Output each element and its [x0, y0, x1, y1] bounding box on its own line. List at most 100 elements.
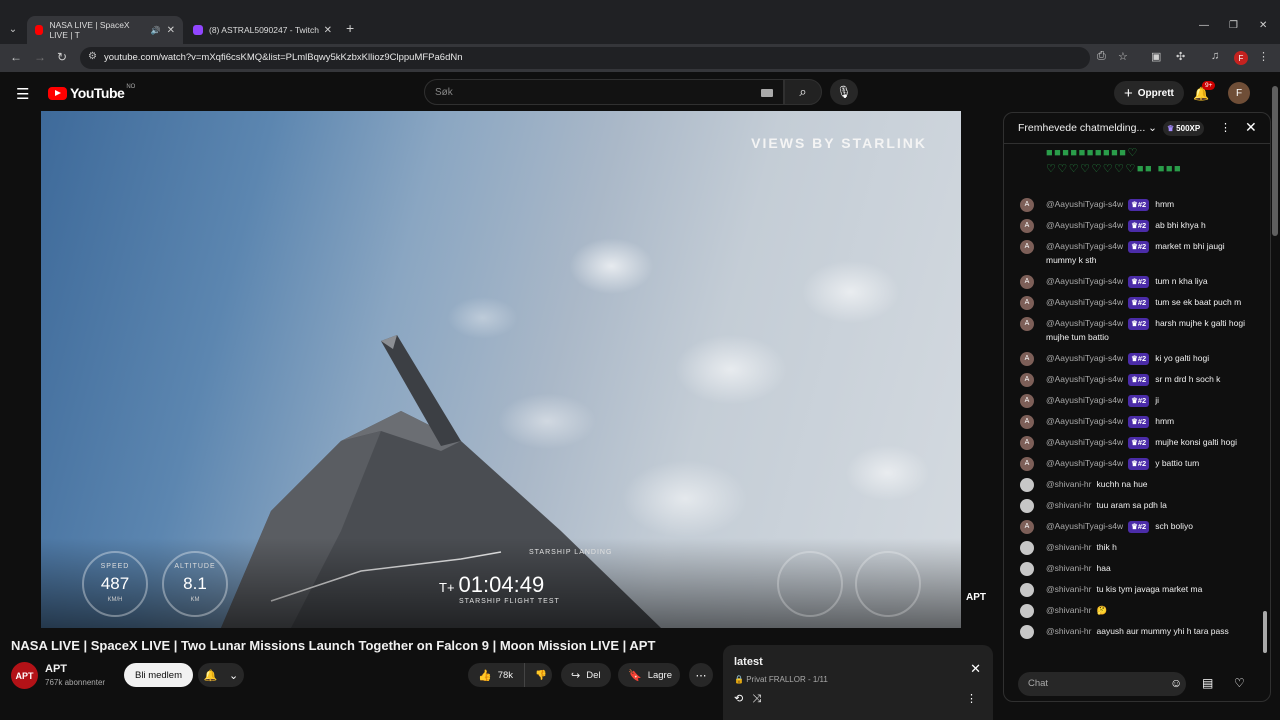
- playlist-menu-icon[interactable]: ⋮: [966, 692, 977, 705]
- heart-icon[interactable]: ♡: [1234, 676, 1245, 690]
- reload-icon[interactable]: ↻: [57, 50, 67, 64]
- voice-search-button[interactable]: 🎙: [830, 79, 858, 105]
- tab-twitch[interactable]: (8) ASTRAL5090247 - Twitch ✕: [185, 16, 340, 44]
- chat-author-avatar[interactable]: A: [1020, 415, 1034, 429]
- keyboard-icon[interactable]: [761, 89, 773, 97]
- chat-author-name[interactable]: @AayushiTyagi-s4w: [1046, 199, 1123, 209]
- bookmark-star-icon[interactable]: ☆: [1118, 50, 1128, 63]
- chat-author-avatar[interactable]: A: [1020, 240, 1034, 254]
- chat-author-name[interactable]: @AayushiTyagi-s4w: [1046, 374, 1123, 384]
- chat-author-avatar[interactable]: A: [1020, 373, 1034, 387]
- chat-author-avatar[interactable]: A: [1020, 457, 1034, 471]
- chat-author-avatar[interactable]: A: [1020, 317, 1034, 331]
- chat-author-name[interactable]: @AayushiTyagi-s4w: [1046, 297, 1123, 307]
- chat-message[interactable]: @shivani-hr kuchh na hue: [1004, 477, 1264, 492]
- chat-message[interactable]: A @AayushiTyagi-s4w ♛#2 ki yo galti hogi: [1004, 351, 1264, 366]
- search-input[interactable]: Søk: [424, 79, 784, 105]
- chat-author-avatar[interactable]: A: [1020, 394, 1034, 408]
- window-close-icon[interactable]: ✕: [1259, 20, 1267, 31]
- close-tab-icon[interactable]: ✕: [324, 25, 332, 36]
- channel-name[interactable]: APT: [45, 663, 67, 675]
- chat-author-name[interactable]: @shivani-hr: [1046, 500, 1091, 510]
- chat-message[interactable]: A @AayushiTyagi-s4w ♛#2 ji: [1004, 393, 1264, 408]
- chat-author-name[interactable]: @AayushiTyagi-s4w: [1046, 220, 1123, 230]
- menu-icon[interactable]: ☰: [16, 85, 29, 103]
- chat-message[interactable]: A @AayushiTyagi-s4w ♛#2 ab bhi khya h: [1004, 218, 1264, 233]
- shuffle-icon[interactable]: ⤨: [752, 693, 761, 705]
- tab-youtube[interactable]: NASA LIVE | SpaceX LIVE | T 🔊 ✕: [27, 16, 183, 44]
- chat-author-avatar[interactable]: A: [1020, 352, 1034, 366]
- minimize-icon[interactable]: —: [1199, 20, 1209, 31]
- new-tab-icon[interactable]: +: [346, 20, 354, 36]
- chat-author-name[interactable]: @shivani-hr: [1046, 563, 1091, 573]
- chat-author-name[interactable]: @AayushiTyagi-s4w: [1046, 521, 1123, 531]
- chat-author-name[interactable]: @AayushiTyagi-s4w: [1046, 276, 1123, 286]
- chat-author-name[interactable]: @AayushiTyagi-s4w: [1046, 395, 1123, 405]
- chat-author-avatar[interactable]: [1020, 499, 1034, 513]
- chat-message[interactable]: A @AayushiTyagi-s4w ♛#2 tum n kha liya: [1004, 274, 1264, 289]
- chat-author-name[interactable]: @AayushiTyagi-s4w: [1046, 241, 1123, 251]
- xp-badge[interactable]: ♛ 500XP: [1163, 121, 1205, 136]
- chat-message[interactable]: @shivani-hr aayush aur mummy yhi h tara p…: [1004, 624, 1264, 639]
- close-playlist-icon[interactable]: ✕: [970, 661, 981, 677]
- chat-input[interactable]: Chat: [1018, 672, 1186, 696]
- chat-author-avatar[interactable]: [1020, 604, 1034, 618]
- share-button[interactable]: ↪ Del: [561, 663, 611, 687]
- forward-icon[interactable]: →: [34, 50, 46, 64]
- chat-message[interactable]: A @AayushiTyagi-s4w ♛#2 hmm: [1004, 414, 1264, 429]
- chat-author-avatar[interactable]: A: [1020, 436, 1034, 450]
- chat-message[interactable]: A @AayushiTyagi-s4w ♛#2 mujhe konsi galti h…: [1004, 435, 1264, 450]
- chat-author-avatar[interactable]: [1020, 625, 1034, 639]
- channel-avatar[interactable]: APT: [11, 662, 38, 689]
- chat-message[interactable]: A @AayushiTyagi-s4w ♛#2 tum se ek baat puch…: [1004, 295, 1264, 310]
- browser-profile-avatar[interactable]: F: [1234, 51, 1248, 65]
- chat-message[interactable]: A @AayushiTyagi-s4w ♛#2 y battio tum: [1004, 456, 1264, 471]
- subscription-notify-button[interactable]: 🔔 ⌄: [198, 663, 244, 687]
- chat-author-name[interactable]: @AayushiTyagi-s4w: [1046, 458, 1123, 468]
- chat-author-name[interactable]: @AayushiTyagi-s4w: [1046, 318, 1123, 328]
- chat-author-name[interactable]: @AayushiTyagi-s4w: [1046, 437, 1123, 447]
- browser-menu-icon[interactable]: ⋮: [1258, 50, 1269, 63]
- chat-mode-selector[interactable]: Fremhevede chatmelding... ⌄: [1018, 122, 1157, 134]
- account-avatar[interactable]: F: [1228, 82, 1250, 104]
- address-bar[interactable]: ⚙ youtube.com/watch?v=mXqfi6csKMQ&list=P…: [80, 47, 1090, 69]
- more-actions-icon[interactable]: ⋯: [689, 663, 713, 687]
- extension-icon[interactable]: ▣: [1151, 50, 1161, 63]
- chat-author-name[interactable]: @shivani-hr: [1046, 542, 1091, 552]
- chat-author-avatar[interactable]: A: [1020, 296, 1034, 310]
- chat-message[interactable]: A @AayushiTyagi-s4w ♛#2 harsh mujhe k galti…: [1004, 316, 1264, 344]
- chat-author-avatar[interactable]: A: [1020, 198, 1034, 212]
- maximize-icon[interactable]: ❐: [1229, 20, 1238, 31]
- video-player[interactable]: VIEWS BY STARLINK SPEED 487 KM/H ALTITUD…: [41, 111, 961, 628]
- chat-author-name[interactable]: @shivani-hr: [1046, 479, 1091, 489]
- back-icon[interactable]: ←: [10, 50, 22, 64]
- media-control-icon[interactable]: ♫: [1211, 50, 1219, 62]
- loop-icon[interactable]: ⟲: [734, 693, 743, 705]
- chat-author-name[interactable]: @shivani-hr: [1046, 626, 1091, 636]
- chat-author-name[interactable]: @AayushiTyagi-s4w: [1046, 353, 1123, 363]
- chat-author-name[interactable]: @shivani-hr: [1046, 605, 1091, 615]
- youtube-logo[interactable]: YouTube NO: [48, 84, 135, 101]
- join-button[interactable]: Bli medlem: [124, 663, 193, 687]
- chat-message[interactable]: @shivani-hr thik h: [1004, 540, 1264, 555]
- close-tab-icon[interactable]: ✕: [167, 25, 175, 36]
- tab-search-icon[interactable]: ⌄: [4, 20, 22, 38]
- chat-message[interactable]: A @AayushiTyagi-s4w ♛#2 sr m drd h soch k: [1004, 372, 1264, 387]
- chat-author-avatar[interactable]: [1020, 583, 1034, 597]
- chat-author-avatar[interactable]: [1020, 541, 1034, 555]
- emoji-icon[interactable]: ☺: [1170, 676, 1182, 690]
- chat-message[interactable]: A @AayushiTyagi-s4w ♛#2 sch boliyo: [1004, 519, 1264, 534]
- site-info-icon[interactable]: ⚙: [88, 51, 97, 62]
- channel-watermark[interactable]: APT: [966, 592, 986, 603]
- chat-message[interactable]: A @AayushiTyagi-s4w ♛#2 market m bhi jaugi …: [1004, 239, 1264, 267]
- chat-message[interactable]: @shivani-hr tu kis tym javaga market ma: [1004, 582, 1264, 597]
- chat-author-avatar[interactable]: [1020, 562, 1034, 576]
- chat-author-avatar[interactable]: A: [1020, 219, 1034, 233]
- search-button[interactable]: ⌕: [784, 79, 822, 105]
- puzzle-extensions-icon[interactable]: ✣: [1176, 50, 1185, 63]
- page-scrollbar[interactable]: [1272, 86, 1278, 236]
- chat-author-name[interactable]: @shivani-hr: [1046, 584, 1091, 594]
- create-button[interactable]: + Opprett: [1114, 81, 1184, 105]
- close-chat-icon[interactable]: ✕: [1245, 119, 1257, 136]
- chat-scroll-thumb[interactable]: [1263, 611, 1267, 653]
